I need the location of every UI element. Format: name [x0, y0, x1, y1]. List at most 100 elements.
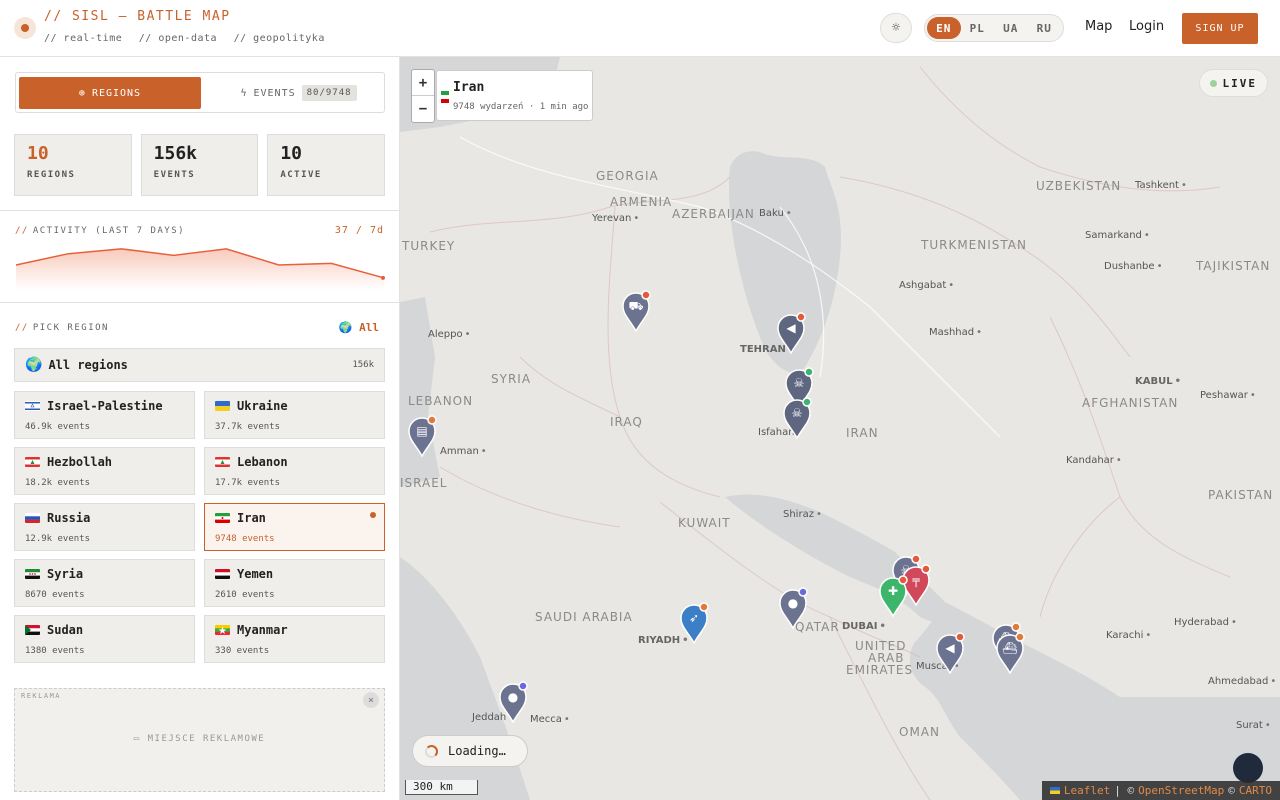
region-card-ukraine[interactable]: Ukraine 37.7k events [204, 391, 385, 439]
region-card-myanmar[interactable]: Myanmar 330 events [204, 615, 385, 663]
all-regions-button[interactable]: 🌍 All regions 156k [14, 348, 385, 382]
lang-ua-button[interactable]: UA [994, 17, 1028, 39]
region-card-israel-palestine[interactable]: Israel-Palestine 46.9k events [14, 391, 195, 439]
city-label: Hyderabad [1174, 617, 1237, 628]
pick-region-label: PICK REGION [32, 323, 109, 333]
app-title: // SISL – BATTLE MAP [44, 9, 231, 24]
ad-close-button[interactable]: × [363, 692, 379, 708]
russia-flag-icon [25, 513, 40, 523]
tab-events[interactable]: ϟ EVENTS 80/9748 [216, 77, 381, 109]
protest-event-marker[interactable]: ◀ [775, 312, 807, 355]
nav-login-link[interactable]: Login [1129, 19, 1164, 34]
skull-icon: ☠ [791, 406, 803, 420]
region-count: 18.2k events [25, 478, 91, 488]
osm-link[interactable]: OpenStreetMap [1138, 784, 1224, 797]
region-count: 9748 events [215, 534, 275, 544]
statement-event-marker[interactable]: ● [777, 587, 809, 630]
sun-icon: ☼ [891, 20, 901, 36]
city-label: Samarkand [1085, 230, 1150, 241]
news-event-marker[interactable]: ▤ [406, 415, 438, 458]
death-event-marker[interactable]: ☠ [781, 397, 813, 440]
region-count: 12.9k events [25, 534, 91, 544]
lang-pl-button[interactable]: PL [961, 17, 995, 39]
region-name: Syria [47, 567, 84, 581]
country-label: OMAN [899, 725, 940, 739]
statement-event-marker[interactable]: ● [497, 681, 529, 724]
region-card-yemen[interactable]: Yemen 2610 events [204, 559, 385, 607]
country-label: TURKEY [402, 239, 456, 253]
region-card-lebanon[interactable]: Lebanon 17.7k events [204, 447, 385, 495]
country-label: AZERBAIJAN [672, 207, 755, 221]
region-name: Ukraine [237, 399, 288, 413]
sparkline-last-point [381, 275, 385, 280]
protest-event-marker[interactable]: ◀ [934, 632, 966, 675]
live-indicator[interactable]: LIVE [1198, 69, 1268, 97]
all-regions-link[interactable]: 🌍 All [339, 321, 379, 334]
lang-ru-button[interactable]: RU [1028, 17, 1062, 39]
helicopter-event-marker[interactable]: ⛟ [620, 290, 652, 333]
region-card-russia[interactable]: Russia 12.9k events [14, 503, 195, 551]
iran-flag-icon [215, 513, 230, 523]
activity-label: ACTIVITY (LAST 7 DAYS) [32, 226, 186, 236]
pick-region-heading: //PICK REGION [15, 323, 109, 333]
city-label: KABUL [1135, 376, 1181, 387]
myanmar-flag-icon [215, 625, 230, 635]
tag-realtime: // real-time [44, 33, 123, 44]
lang-en-button[interactable]: EN [927, 17, 961, 39]
tab-regions[interactable]: ⊕ REGIONS [19, 77, 201, 109]
iran-flag-icon [441, 91, 449, 103]
attribution-separator: | © [1114, 784, 1135, 797]
region-name: Hezbollah [47, 455, 113, 469]
country-label: AFGHANISTAN [1082, 396, 1179, 410]
country-label: LEBANON [408, 394, 474, 408]
region-card-hezbollah[interactable]: Hezbollah 18.2k events [14, 447, 195, 495]
signup-button[interactable]: SIGN UP [1182, 13, 1258, 44]
attribution-separator: © [1228, 784, 1235, 797]
leaflet-link[interactable]: Leaflet [1064, 784, 1110, 797]
tab-events-label: EVENTS [253, 87, 296, 99]
divider [0, 210, 399, 211]
tag-geopolitics: // geopolityka [233, 33, 325, 44]
region-card-syria[interactable]: Syria 8670 events [14, 559, 195, 607]
divider [0, 302, 399, 303]
city-label: Karachi [1106, 630, 1151, 641]
carto-link[interactable]: CARTO [1239, 784, 1272, 797]
syria-flag-icon [25, 569, 40, 579]
zoom-out-button[interactable]: − [412, 96, 434, 122]
region-card-iran[interactable]: Iran 9748 events [204, 503, 385, 551]
country-label: TAJIKISTAN [1196, 259, 1271, 273]
stat-value: 10 [280, 143, 303, 164]
naval-event-marker[interactable]: ⛴ [994, 632, 1026, 675]
region-count: 8670 events [25, 590, 85, 600]
globe-icon: 🌍 [338, 321, 353, 334]
theme-toggle-button[interactable]: ☼ [880, 13, 912, 43]
zoom-in-button[interactable]: + [412, 70, 434, 96]
strike-event-marker[interactable]: ➶ [678, 602, 710, 645]
city-label: Yerevan [592, 213, 639, 224]
image-icon: ▭ [133, 734, 141, 744]
city-label: Mecca [530, 714, 570, 725]
info-title: Iran [453, 80, 485, 95]
lebanon-flag-icon [215, 457, 230, 467]
country-label: IRAQ [610, 415, 643, 429]
stat-label: EVENTS [153, 170, 196, 180]
scroll-top-button[interactable] [1233, 753, 1263, 783]
nav-map-link[interactable]: Map [1085, 19, 1112, 34]
live-label: LIVE [1222, 76, 1257, 90]
sidebar: ⊕ REGIONS ϟ EVENTS 80/9748 10 REGIONS 15… [0, 57, 400, 800]
ad-slot: REKLAMA × ▭ MIEJSCE REKLAMOWE [14, 688, 385, 792]
israel-flag-icon [25, 401, 40, 411]
country-label: SAUDI ARABIA [535, 610, 633, 624]
aid-event-marker[interactable]: ✚ [877, 575, 909, 618]
country-label: ISRAEL [400, 476, 448, 490]
region-card-sudan[interactable]: Sudan 1380 events [14, 615, 195, 663]
ukraine-flag-icon [215, 401, 230, 411]
all-regions-count: 156k [352, 360, 374, 370]
stats-row: 10 REGIONS 156k EVENTS 10 ACTIVE [14, 134, 386, 196]
country-label: TURKMENISTAN [921, 238, 1027, 252]
map-view[interactable]: GEORGIA ARMENIA AZERBAIJAN TURKEY TURKME… [400, 57, 1280, 800]
loading-label: Loading… [448, 744, 506, 758]
globe-icon: 🌍 [25, 357, 43, 373]
city-label: Tashkent [1135, 180, 1187, 191]
tab-regions-label: REGIONS [91, 87, 142, 99]
